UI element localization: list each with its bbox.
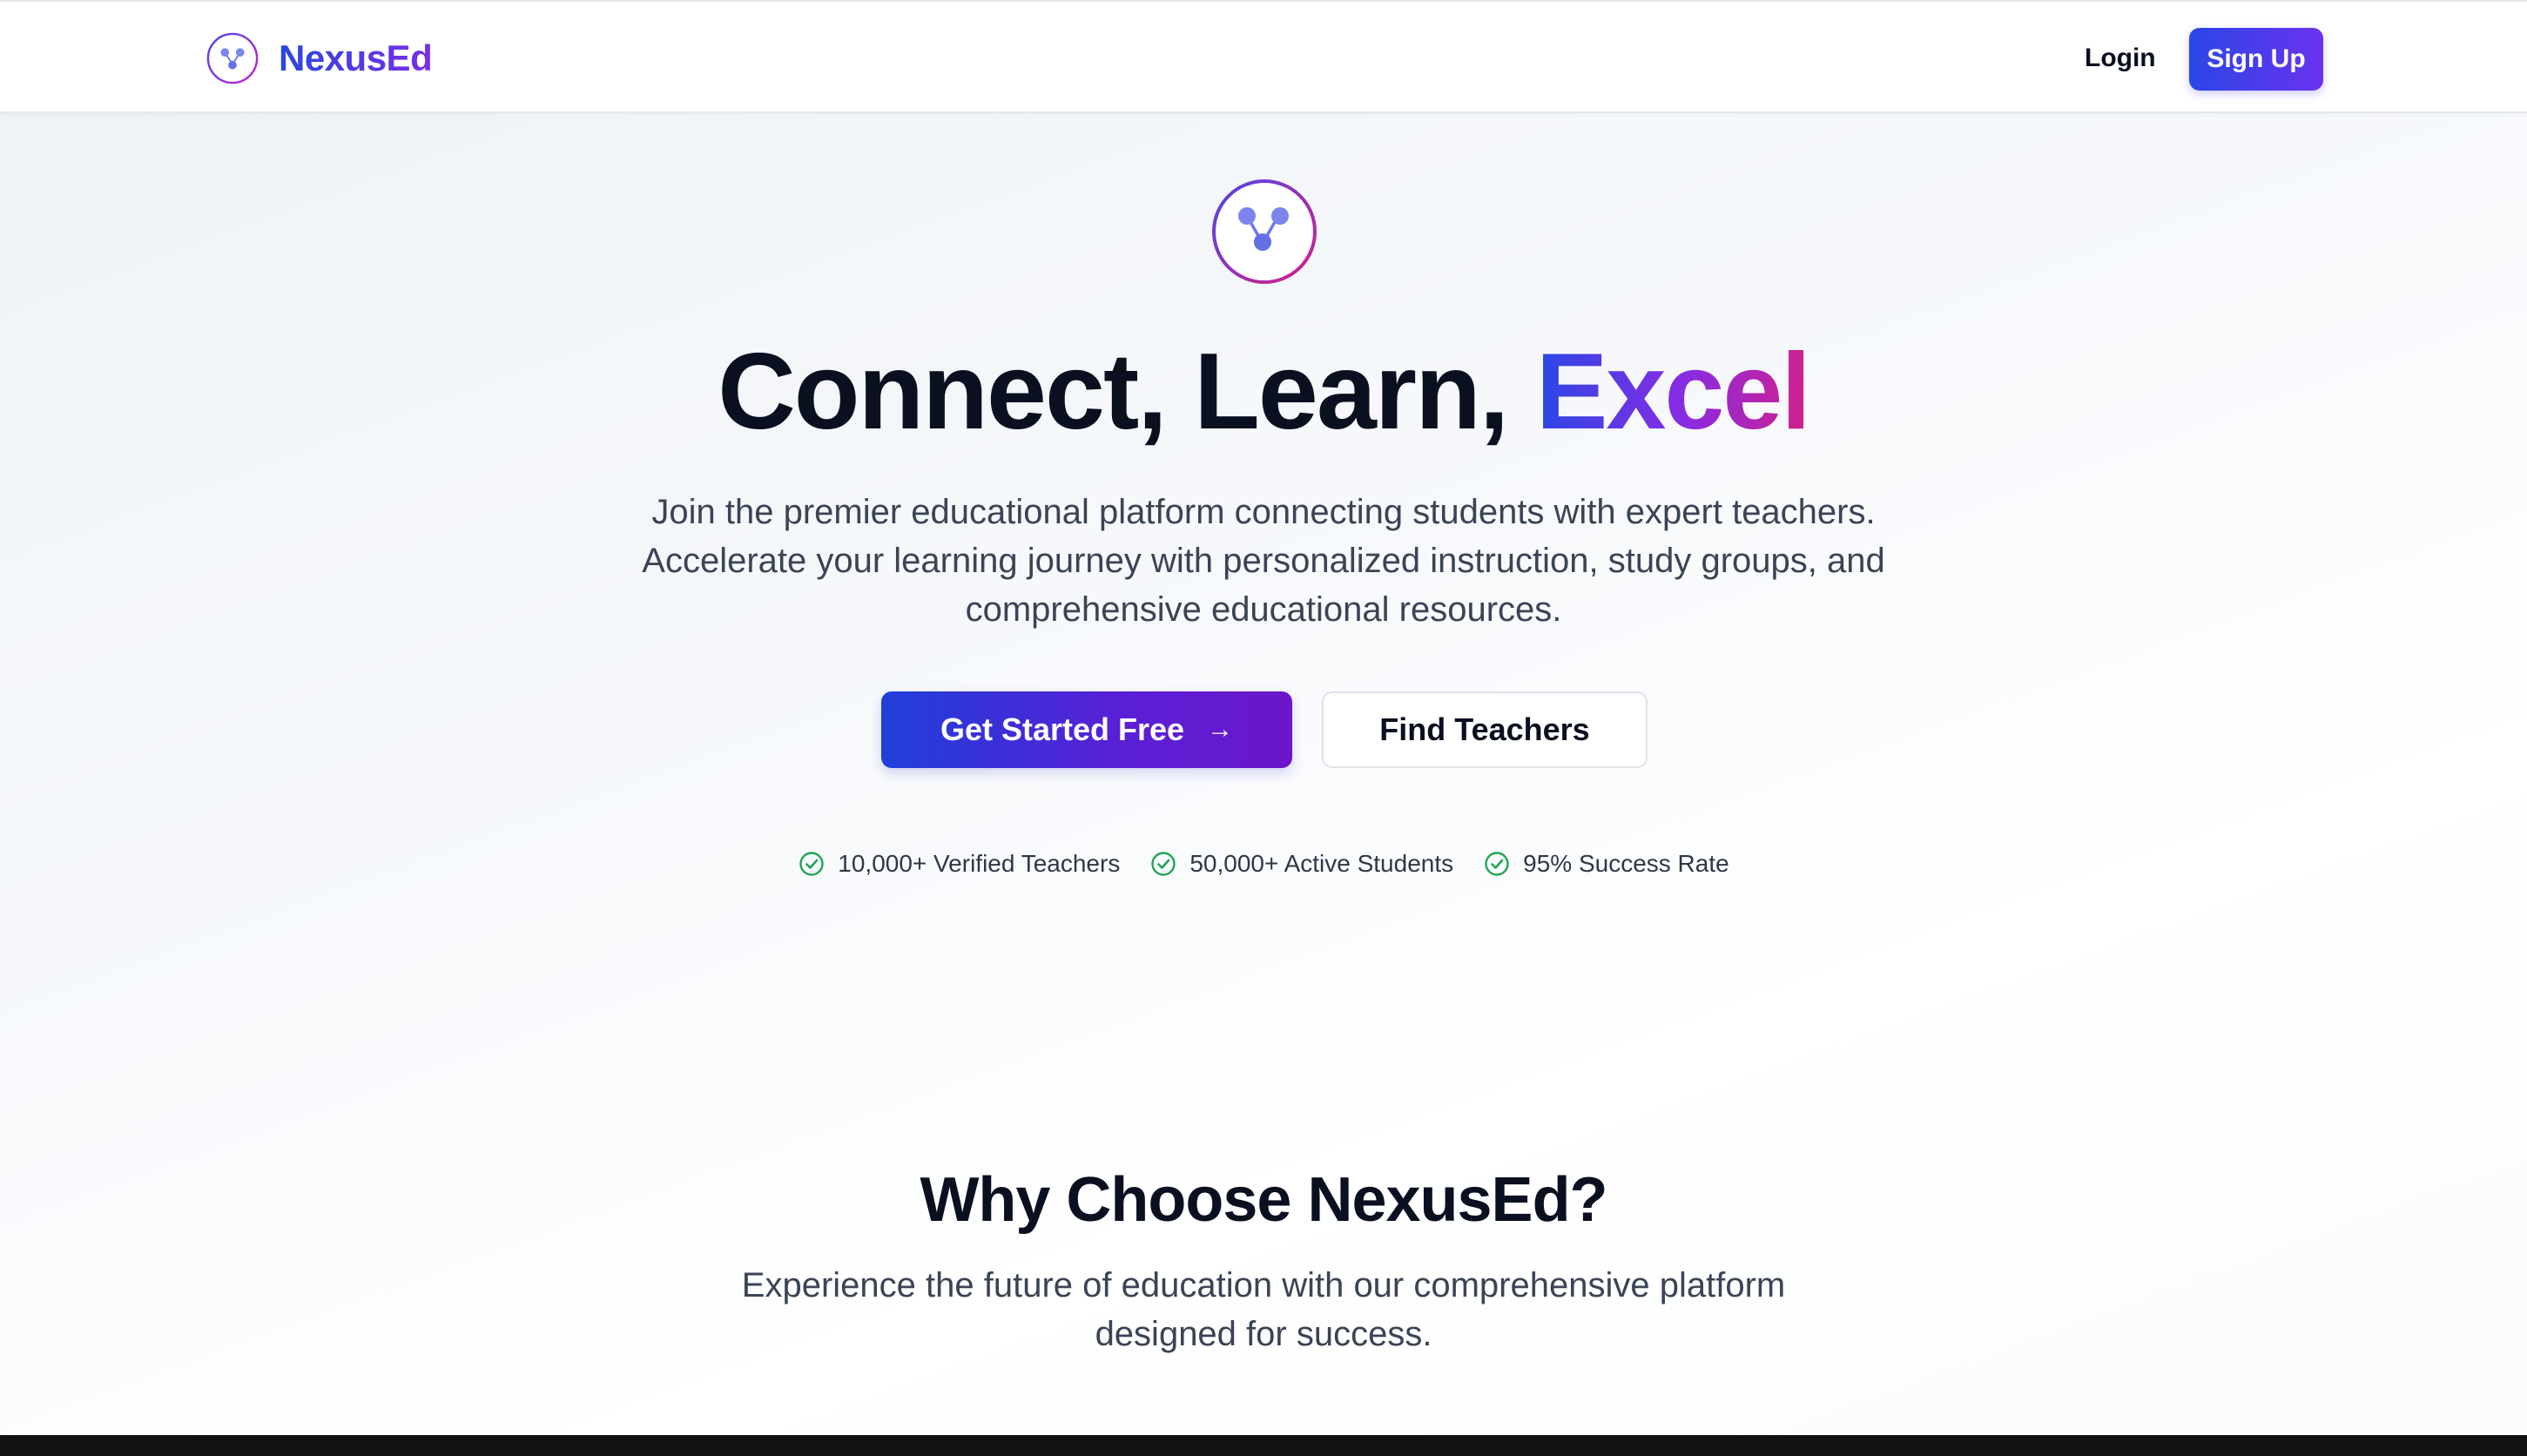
stat-item: 95% Success Rate: [1483, 850, 1729, 878]
stat-label: 95% Success Rate: [1523, 850, 1729, 877]
section-subtitle: Experience the future of education with …: [654, 1261, 1873, 1358]
brand-name: NexusEd: [279, 37, 433, 78]
landing-page: NexusEd Login Sign Up Connect, Learn, Ex…: [0, 0, 2527, 1456]
get-started-button[interactable]: Get Started Free →: [881, 691, 1292, 768]
stat-label: 10,000+ Verified Teachers: [838, 850, 1121, 877]
section-subtitle-line: designed for success.: [1095, 1315, 1432, 1353]
brand[interactable]: NexusEd: [206, 30, 433, 87]
hero-title-main: Connect, Learn,: [718, 332, 1536, 452]
section-subtitle-line: Experience the future of education with …: [741, 1266, 1786, 1304]
check-circle-icon: [799, 852, 824, 876]
trust-stats: 10,000+ Verified Teachers 50,000+ Active…: [0, 850, 2527, 878]
section-title: Why Choose NexusEd?: [920, 1165, 1607, 1235]
check-circle-icon: [1485, 852, 1509, 876]
hero-subtitle: Join the premier educational platform co…: [567, 488, 1960, 634]
hero-subtitle-line: Accelerate your learning journey with pe…: [642, 542, 1885, 580]
hero-subtitle-line: comprehensive educational resources.: [965, 590, 1562, 629]
stat-item: 10,000+ Verified Teachers: [798, 850, 1120, 878]
get-started-label: Get Started Free: [940, 711, 1185, 747]
top-nav: NexusEd Login Sign Up: [0, 0, 2527, 113]
network-nodes-icon: [206, 32, 259, 84]
find-teachers-button[interactable]: Find Teachers: [1322, 691, 1648, 768]
hero-title-accent: Excel: [1535, 332, 1811, 452]
network-nodes-icon: [1212, 179, 1317, 284]
stat-label: 50,000+ Active Students: [1189, 850, 1454, 877]
hero-title: Connect, Learn, Excel: [0, 331, 2527, 453]
login-link[interactable]: Login: [2072, 35, 2168, 82]
stat-item: 50,000+ Active Students: [1149, 850, 1453, 878]
signup-button[interactable]: Sign Up: [2189, 28, 2323, 91]
arrow-right-icon: →: [1207, 715, 1234, 744]
check-circle-icon: [1151, 852, 1176, 876]
window-bottom-edge: [0, 1435, 2527, 1456]
hero-subtitle-line: Join the premier educational platform co…: [651, 493, 1876, 531]
